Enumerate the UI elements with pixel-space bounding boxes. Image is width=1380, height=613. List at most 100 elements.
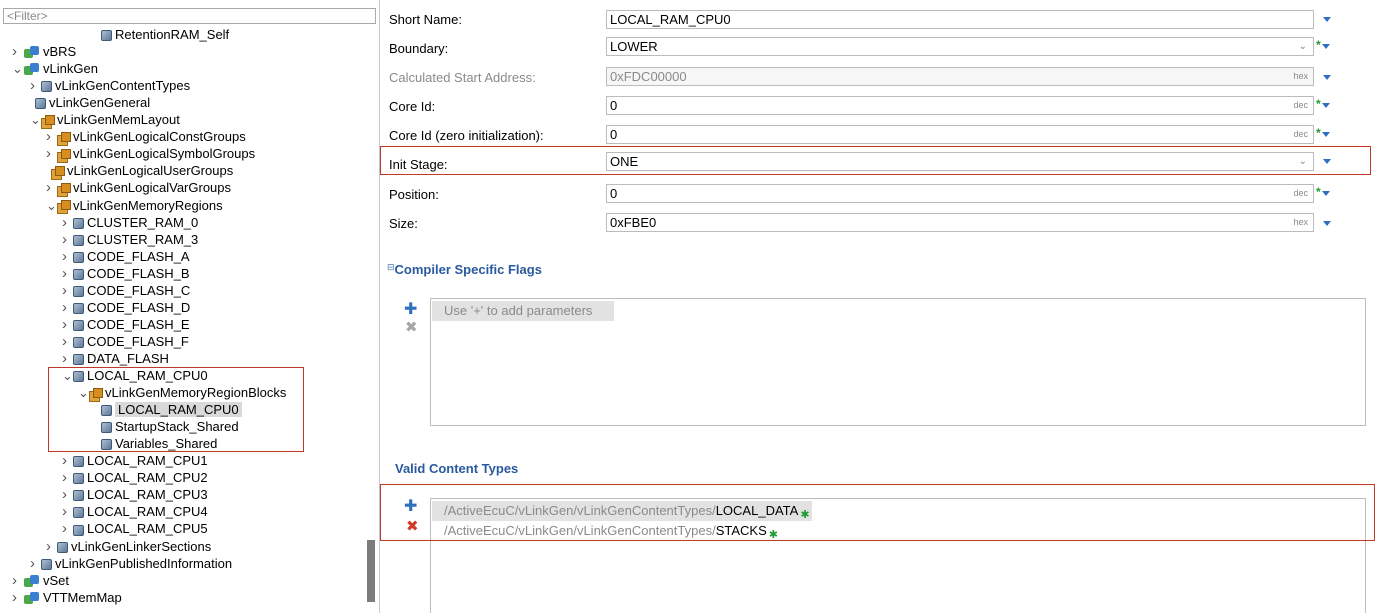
calc-start-menu-icon[interactable] — [1322, 71, 1331, 83]
chevron-right-icon[interactable]: › — [62, 316, 73, 333]
size-field[interactable]: 0xFBE0 hex — [606, 213, 1314, 232]
chevron-right-icon[interactable]: › — [62, 231, 73, 248]
chevron-right-icon[interactable]: › — [62, 299, 73, 316]
tree-item[interactable]: › CLUSTER_RAM_0 — [62, 214, 198, 231]
tree-item[interactable]: › LOCAL_RAM_CPU4 — [62, 503, 208, 520]
chevron-right-icon[interactable]: › — [62, 265, 73, 282]
tree-item-label: vLinkGenMemLayout — [57, 112, 180, 128]
chevron-right-icon[interactable]: › — [62, 282, 73, 299]
add-compiler-flag-icon[interactable]: ✚ — [404, 302, 417, 318]
tree-item[interactable]: › VTTMemMap — [12, 589, 122, 606]
parameter-icon — [73, 336, 84, 348]
chevron-right-icon[interactable]: › — [12, 43, 23, 60]
module-icon — [23, 591, 40, 605]
boundary-select[interactable]: LOWER ⌄ — [606, 37, 1314, 56]
tree-item[interactable]: › CODE_FLASH_C — [62, 282, 190, 299]
configuration-tree-panel: <Filter> RetentionRAM_Self › vBRS ⌄ vLinkGen… — [0, 5, 379, 613]
tree-item[interactable]: › CODE_FLASH_B — [62, 265, 190, 282]
chevron-right-icon[interactable]: › — [62, 452, 73, 469]
container-icon — [57, 200, 71, 215]
tree-item[interactable]: › vLinkGenContentTypes — [30, 77, 190, 94]
tree-item[interactable]: › CODE_FLASH_E — [62, 316, 190, 333]
tree-item[interactable]: RetentionRAM_Self — [96, 26, 229, 43]
tree-item[interactable]: › vLinkGenLogicalVarGroups — [46, 179, 231, 197]
tree-item[interactable]: › LOCAL_RAM_CPU2 — [62, 469, 208, 486]
chevron-right-icon[interactable]: › — [30, 77, 41, 94]
valid-content-types-title: Valid Content Types — [395, 461, 519, 476]
chevron-right-icon[interactable]: › — [46, 128, 57, 145]
tree-item[interactable]: › LOCAL_RAM_CPU5 — [62, 520, 208, 537]
hex-indicator: hex — [1293, 217, 1308, 227]
tree-item[interactable]: › CODE_FLASH_A — [62, 248, 190, 265]
short-name-menu-icon[interactable] — [1322, 13, 1331, 25]
chevron-right-icon[interactable]: › — [62, 469, 73, 486]
parameter-icon — [57, 541, 68, 553]
tree-item-label: VTTMemMap — [43, 589, 122, 605]
chevron-right-icon[interactable]: › — [62, 486, 73, 503]
tree-item[interactable]: › DATA_FLASH — [62, 350, 169, 367]
tree-item[interactable]: vLinkGenGeneral — [30, 94, 150, 111]
position-required-menu-icon[interactable]: * — [1316, 185, 1330, 199]
tree-item[interactable]: ⌄ vLinkGenMemoryRegions — [46, 197, 223, 215]
size-menu-icon[interactable] — [1322, 217, 1331, 229]
chevron-down-icon[interactable]: ⌄ — [46, 197, 57, 214]
tree-item[interactable]: vLinkGenLogicalUserGroups — [46, 162, 233, 180]
core-id-required-menu-icon[interactable]: * — [1316, 97, 1330, 111]
collapse-icon[interactable]: ⊟ — [387, 262, 395, 272]
tree-highlight-box — [48, 367, 304, 452]
chevron-right-icon[interactable]: › — [62, 520, 73, 537]
chevron-right-icon[interactable]: › — [62, 333, 73, 350]
chevron-down-icon[interactable]: ⌄ — [12, 60, 23, 77]
tree-item[interactable]: › LOCAL_RAM_CPU3 — [62, 486, 208, 503]
tree-scrollbar[interactable] — [367, 540, 375, 602]
boundary-required-menu-icon[interactable]: * — [1316, 38, 1330, 52]
dec-indicator: dec — [1293, 129, 1308, 139]
chevron-right-icon[interactable]: › — [46, 179, 57, 196]
tree-item[interactable]: › vLinkGenLogicalConstGroups — [46, 128, 246, 146]
compiler-flags-title-text: Compiler Specific Flags — [394, 262, 542, 277]
chevron-right-icon[interactable]: › — [46, 538, 57, 555]
core-id-zero-required-menu-icon[interactable]: * — [1316, 126, 1330, 140]
tree-item-label: vLinkGenLogicalConstGroups — [73, 129, 246, 145]
tree-item[interactable]: › CODE_FLASH_F — [62, 333, 189, 350]
core-id-field[interactable]: 0 dec — [606, 96, 1314, 115]
container-icon — [41, 114, 55, 129]
chevron-down-icon[interactable]: ⌄ — [1299, 38, 1307, 55]
short-name-field[interactable]: LOCAL_RAM_CPU0 — [606, 10, 1314, 29]
chevron-down-icon[interactable]: ⌄ — [30, 111, 41, 128]
chevron-right-icon[interactable]: › — [46, 145, 57, 162]
compiler-flags-placeholder: Use '+' to add parameters — [432, 301, 614, 321]
tree-item[interactable]: › vLinkGenPublishedInformation — [30, 555, 232, 572]
parameter-icon — [35, 98, 46, 110]
chevron-right-icon[interactable]: › — [12, 589, 23, 606]
chevron-right-icon[interactable]: › — [62, 503, 73, 520]
tree-item-label: CODE_FLASH_F — [87, 333, 189, 349]
tree-filter-input[interactable]: <Filter> — [3, 8, 376, 24]
chevron-right-icon[interactable]: › — [12, 572, 23, 589]
tree-item[interactable]: › CLUSTER_RAM_3 — [62, 231, 198, 248]
parameter-icon — [41, 81, 52, 93]
tree-item[interactable]: › vBRS — [12, 43, 76, 60]
chevron-right-icon[interactable]: › — [30, 555, 41, 572]
tree-item[interactable]: › vSet — [12, 572, 69, 589]
parameter-icon — [73, 302, 84, 314]
tree-item-label: LOCAL_RAM_CPU3 — [87, 487, 208, 503]
tree-item[interactable]: › LOCAL_RAM_CPU1 — [62, 452, 208, 469]
chevron-right-icon[interactable]: › — [62, 214, 73, 231]
tree-item-label: CODE_FLASH_A — [87, 248, 190, 264]
position-field[interactable]: 0 dec — [606, 184, 1314, 203]
tree-item[interactable]: › vLinkGenLogicalSymbolGroups — [46, 145, 255, 163]
tree-item-label: CLUSTER_RAM_0 — [87, 214, 199, 230]
tree-item[interactable]: › vLinkGenLinkerSections — [46, 538, 211, 555]
parameter-icon — [73, 507, 84, 519]
tree-item[interactable]: › CODE_FLASH_D — [62, 299, 190, 316]
chevron-right-icon[interactable]: › — [62, 248, 73, 265]
size-label: Size: — [389, 216, 418, 231]
parameter-icon — [73, 354, 84, 365]
tree-item[interactable]: ⌄ vLinkGen — [12, 60, 98, 77]
core-id-value: 0 — [610, 98, 618, 113]
tree-item[interactable]: ⌄ vLinkGenMemLayout — [30, 111, 180, 129]
chevron-right-icon[interactable]: › — [62, 350, 73, 367]
position-label: Position: — [389, 187, 439, 202]
core-id-zero-init-field[interactable]: 0 dec — [606, 125, 1314, 144]
